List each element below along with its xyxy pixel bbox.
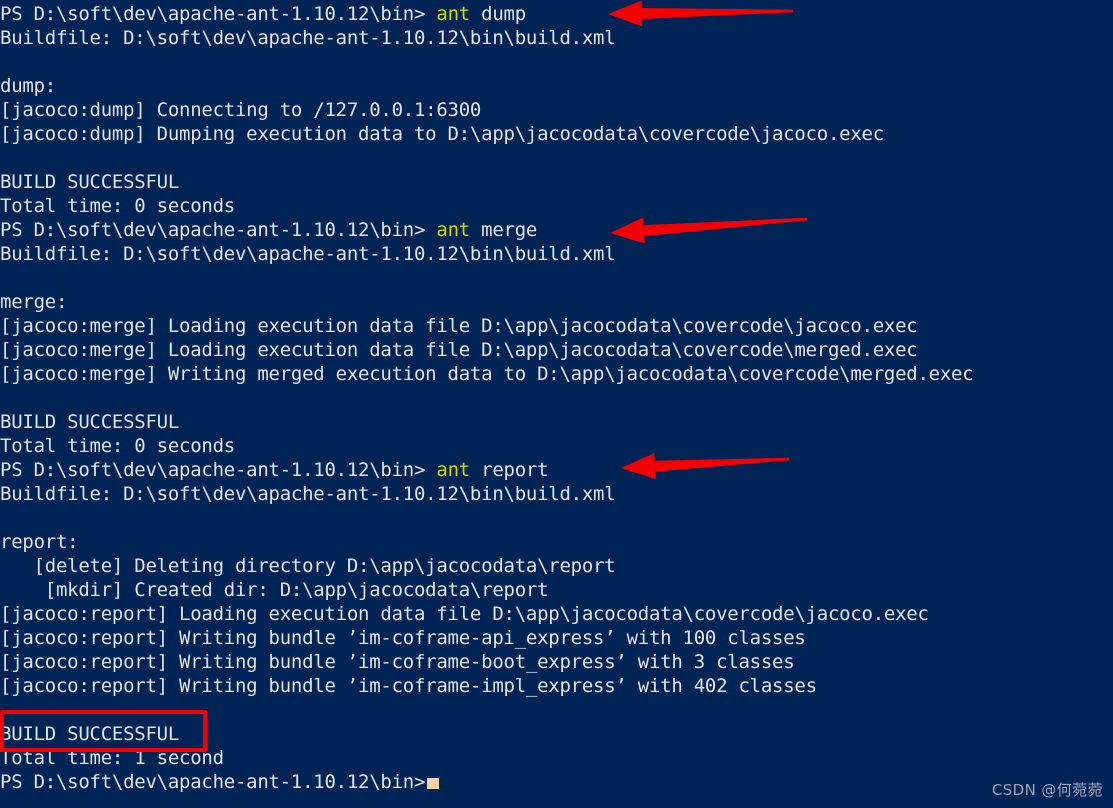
command-keyword: ant (425, 3, 470, 25)
shell-prompt: PS D:\soft\dev\apache-ant-1.10.12\bin> (0, 3, 426, 25)
command-keyword: ant (425, 459, 470, 481)
console-line (0, 266, 1113, 290)
console-line: [jacoco:report] Writing bundle ’im-cofra… (0, 650, 1113, 674)
console-line-text: dump: (0, 75, 56, 97)
console-line-text: [delete] Deleting directory D:\app\jacoc… (0, 555, 616, 577)
console-line-text: Total time: 1 second (0, 747, 224, 769)
console-line: PS D:\soft\dev\apache-ant-1.10.12\bin> a… (0, 458, 1113, 482)
command-keyword: ant (425, 219, 470, 241)
console-line-text (0, 51, 11, 73)
console-line-text: Total time: 0 seconds (0, 195, 235, 217)
console-line: Buildfile: D:\soft\dev\apache-ant-1.10.1… (0, 26, 1113, 50)
console-line-text: Buildfile: D:\soft\dev\apache-ant-1.10.1… (0, 483, 616, 505)
console-line-text (0, 147, 11, 169)
console-line (0, 146, 1113, 170)
console-line-text (0, 699, 11, 721)
console-line: [jacoco:report] Writing bundle ’im-cofra… (0, 626, 1113, 650)
console-line: Buildfile: D:\soft\dev\apache-ant-1.10.1… (0, 482, 1113, 506)
console-line-text: Buildfile: D:\soft\dev\apache-ant-1.10.1… (0, 243, 616, 265)
powershell-terminal-window[interactable]: PS D:\soft\dev\apache-ant-1.10.12\bin> a… (0, 0, 1113, 808)
console-line: [jacoco:report] Writing bundle ’im-cofra… (0, 674, 1113, 698)
shell-prompt: PS D:\soft\dev\apache-ant-1.10.12\bin> (0, 459, 426, 481)
console-line (0, 50, 1113, 74)
console-line-text: [jacoco:dump] Dumping execution data to … (0, 123, 884, 145)
console-line: Total time: 1 second (0, 746, 1113, 770)
console-line: [mkdir] Created dir: D:\app\jacocodata\r… (0, 578, 1113, 602)
text-cursor (427, 778, 440, 789)
shell-prompt: PS D:\soft\dev\apache-ant-1.10.12\bin> (0, 219, 426, 241)
console-line-text: BUILD SUCCESSFUL (0, 723, 180, 745)
console-line-text: Buildfile: D:\soft\dev\apache-ant-1.10.1… (0, 27, 616, 49)
console-line-text: [jacoco:merge] Writing merged execution … (0, 363, 974, 385)
console-line: PS D:\soft\dev\apache-ant-1.10.12\bin> a… (0, 218, 1113, 242)
console-line: report: (0, 530, 1113, 554)
console-output-area[interactable]: PS D:\soft\dev\apache-ant-1.10.12\bin> a… (0, 0, 1113, 794)
console-line-text: BUILD SUCCESSFUL (0, 411, 180, 433)
console-line-text: BUILD SUCCESSFUL (0, 171, 180, 193)
console-line-text: [jacoco:merge] Loading execution data fi… (0, 315, 918, 337)
console-line: PS D:\soft\dev\apache-ant-1.10.12\bin> (0, 770, 1113, 794)
console-line: merge: (0, 290, 1113, 314)
console-line: [delete] Deleting directory D:\app\jacoc… (0, 554, 1113, 578)
console-line-text: merge: (0, 291, 68, 313)
console-line: [jacoco:merge] Writing merged execution … (0, 362, 1113, 386)
console-line-text: [jacoco:report] Writing bundle ’im-cofra… (0, 675, 817, 697)
console-line: BUILD SUCCESSFUL (0, 170, 1113, 194)
console-line: PS D:\soft\dev\apache-ant-1.10.12\bin> a… (0, 2, 1113, 26)
command-argument: report (469, 459, 549, 481)
console-line: Total time: 0 seconds (0, 434, 1113, 458)
console-line-text: Total time: 0 seconds (0, 435, 235, 457)
console-line-text: [jacoco:merge] Loading execution data fi… (0, 339, 918, 361)
console-line-text (0, 387, 11, 409)
console-line: [jacoco:dump] Connecting to /127.0.0.1:6… (0, 98, 1113, 122)
command-argument: dump (469, 3, 526, 25)
shell-prompt: PS D:\soft\dev\apache-ant-1.10.12\bin> (0, 771, 426, 793)
console-line (0, 506, 1113, 530)
console-line-text: [mkdir] Created dir: D:\app\jacocodata\r… (0, 579, 549, 601)
console-line (0, 698, 1113, 722)
console-line: [jacoco:merge] Loading execution data fi… (0, 338, 1113, 362)
console-line-text: [jacoco:report] Writing bundle ’im-cofra… (0, 651, 795, 673)
console-line-text: report: (0, 531, 79, 553)
console-line-text: [jacoco:dump] Connecting to /127.0.0.1:6… (0, 99, 482, 121)
console-line: Total time: 0 seconds (0, 194, 1113, 218)
console-line: dump: (0, 74, 1113, 98)
console-line: BUILD SUCCESSFUL (0, 722, 1113, 746)
console-line-text: [jacoco:report] Writing bundle ’im-cofra… (0, 627, 806, 649)
console-line (0, 386, 1113, 410)
console-line-text: [jacoco:report] Loading execution data f… (0, 603, 929, 625)
console-line: [jacoco:dump] Dumping execution data to … (0, 122, 1113, 146)
console-line: BUILD SUCCESSFUL (0, 410, 1113, 434)
console-line: [jacoco:merge] Loading execution data fi… (0, 314, 1113, 338)
console-line: Buildfile: D:\soft\dev\apache-ant-1.10.1… (0, 242, 1113, 266)
csdn-watermark: CSDN @何菀菀 (991, 781, 1103, 799)
command-argument: merge (469, 219, 538, 241)
console-line-text (0, 267, 11, 289)
console-line: [jacoco:report] Loading execution data f… (0, 602, 1113, 626)
console-line-text (0, 507, 11, 529)
